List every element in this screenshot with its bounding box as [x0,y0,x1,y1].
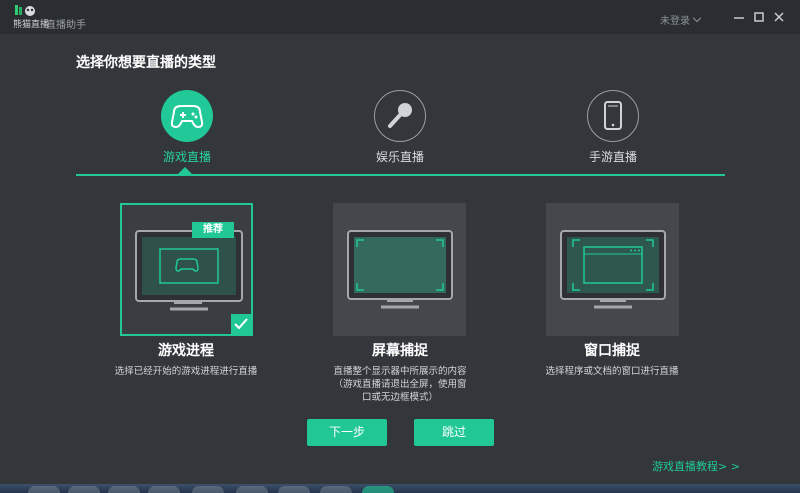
login-dropdown[interactable]: 未登录 [660,12,702,27]
app-window: 熊猫直播 直播助手 未登录 选择你想要直播的类型 游戏直播 娱乐直播 手游直播 … [0,0,800,484]
next-button[interactable]: 下一步 [307,419,387,446]
mode-description: 选择程序或文档的窗口进行直播 [545,366,679,377]
gamepad-icon [170,105,204,129]
phone-icon [604,101,622,130]
taskbar-item[interactable] [28,486,60,493]
taskbar-item[interactable] [108,486,140,493]
monitor-screen-icon [347,230,453,309]
app-subtitle: 直播助手 [46,20,86,31]
page-title: 选择你想要直播的类型 [76,55,216,71]
mode-description: 选择已经开始的游戏进程进行直播 [114,366,258,377]
taskbar-item[interactable] [192,486,224,493]
app-logo-text: 熊猫直播 [13,20,50,30]
tab-mobile-game-live[interactable]: 手游直播 [583,90,643,165]
minimize-icon[interactable] [732,10,746,24]
taskbar-item-active[interactable] [362,486,394,493]
tutorial-link[interactable]: 游戏直播教程> > [652,458,740,474]
tab-game-live[interactable]: 游戏直播 [157,90,217,165]
tab-label: 手游直播 [588,150,637,164]
mode-description: 直播整个显示器中所展示的内容 （游戏直播请退出全屏，使用窗 口或无边框模式） [333,366,467,403]
mode-card-game-process[interactable]: 推荐 [120,203,253,336]
taskbar-item[interactable] [236,486,268,493]
mode-card-screen-capture[interactable] [333,203,466,336]
maximize-icon[interactable] [752,10,766,24]
taskbar-item[interactable] [320,486,352,493]
chevron-down-icon [692,13,702,23]
mode-title-game-process: 游戏进程 [158,343,214,359]
taskbar-item[interactable] [148,486,180,493]
monitor-window-icon [560,230,666,309]
taskbar-item[interactable] [278,486,310,493]
title-bar: 熊猫直播 直播助手 未登录 [0,0,800,34]
tab-label: 游戏直播 [162,150,211,164]
mode-title-window-capture: 窗口捕捉 [584,343,640,359]
active-tab-indicator [178,167,192,174]
tab-divider [76,174,725,176]
microphone-icon [388,103,412,128]
login-label: 未登录 [660,16,690,27]
checkmark-icon [231,314,251,334]
mode-title-screen-capture: 屏幕捕捉 [372,343,428,359]
recommended-badge: 推荐 [192,222,234,238]
close-icon[interactable] [772,10,786,24]
tab-entertainment-live[interactable]: 娱乐直播 [370,90,430,165]
mode-card-window-capture[interactable] [546,203,679,336]
taskbar-item[interactable] [68,486,100,493]
skip-button[interactable]: 跳过 [414,419,494,446]
tab-label: 娱乐直播 [375,150,424,164]
